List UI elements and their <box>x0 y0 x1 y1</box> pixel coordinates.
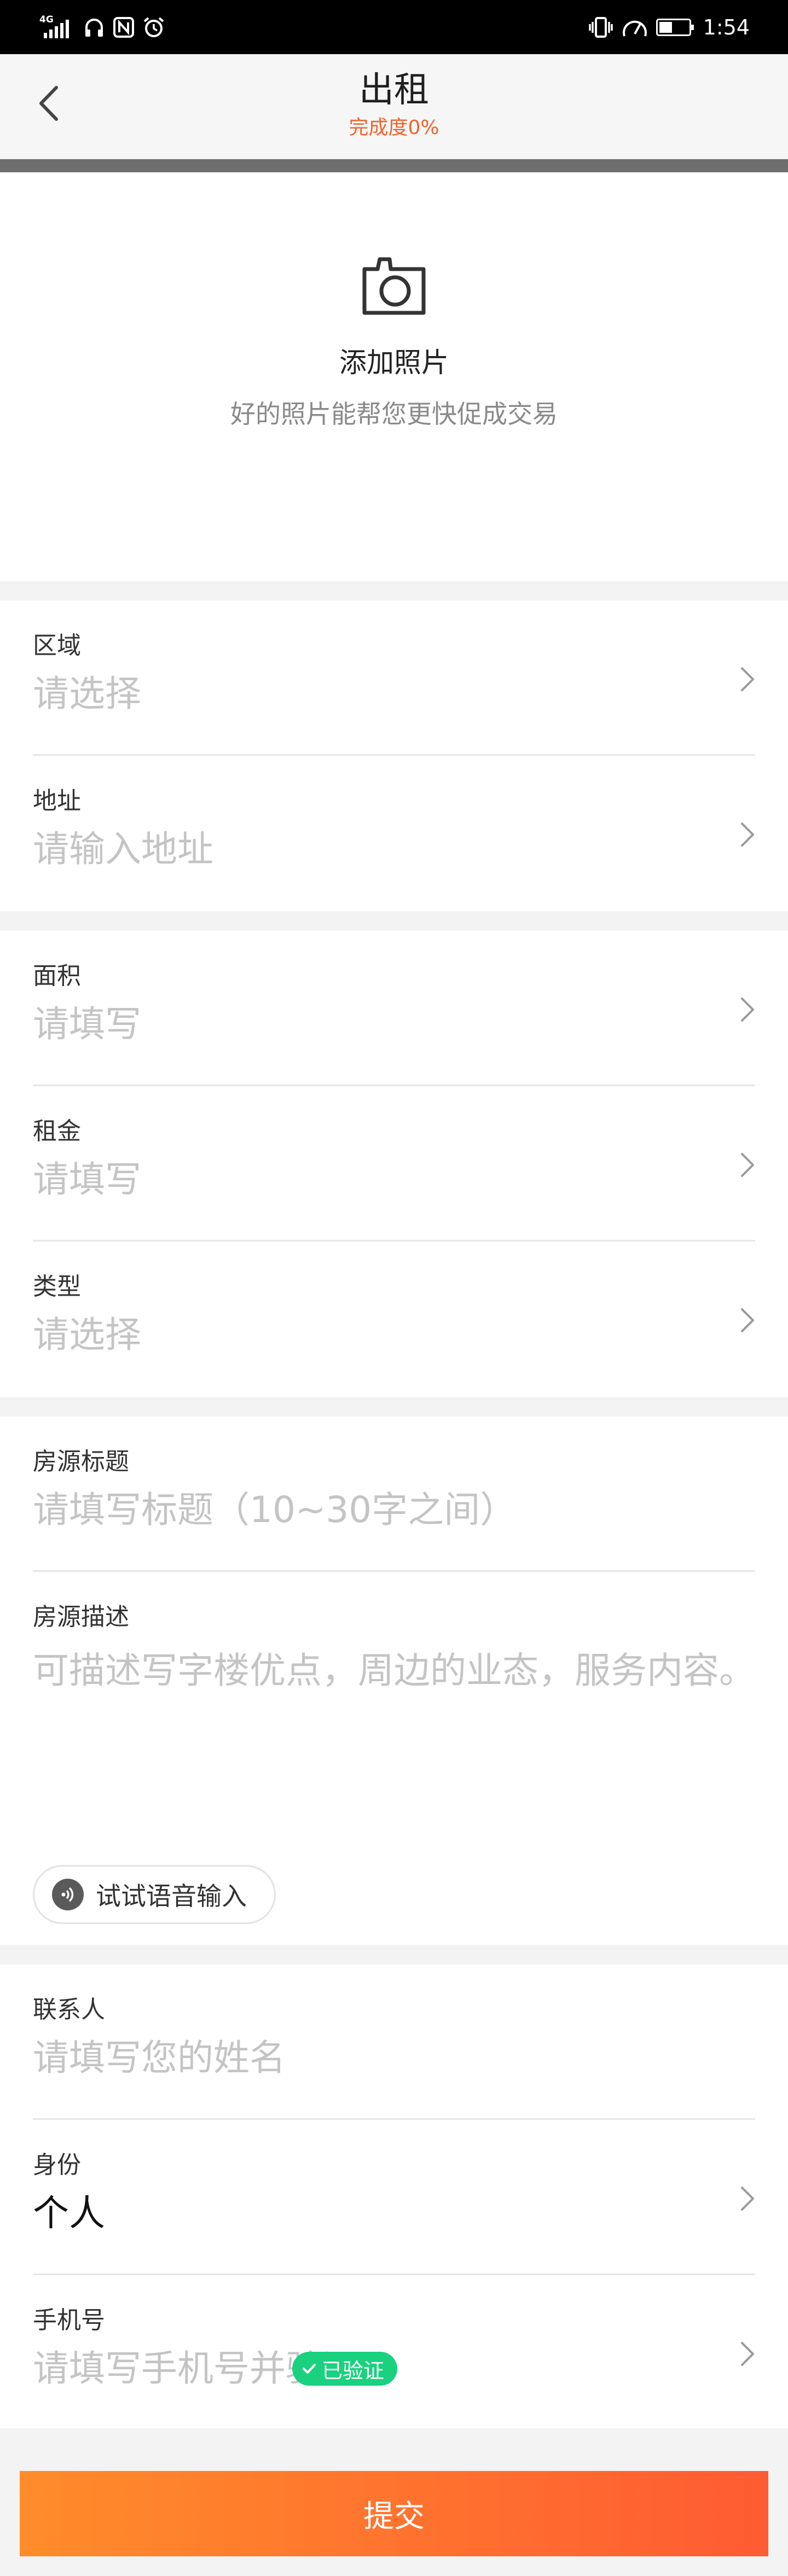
contact-name-input[interactable]: 请填写您的姓名 <box>33 2035 286 2082</box>
phone-label: 手机号 <box>33 2306 105 2334</box>
add-photo-title: 添加照片 <box>339 347 449 378</box>
completion-label: 完成度0% <box>349 116 439 139</box>
battery-level <box>659 21 673 33</box>
area-label: 区域 <box>33 632 81 660</box>
camera-icon <box>362 257 426 315</box>
battery-icon <box>656 18 694 36</box>
listing-title-input[interactable]: 请填写标题（10~30字之间） <box>33 1487 516 1534</box>
type-label: 类型 <box>33 1273 81 1301</box>
page-title: 出租 <box>359 70 429 110</box>
contact-name-row[interactable]: 联系人 请填写您的姓名 <box>0 1965 788 2120</box>
chevron-right-icon <box>741 1153 754 1177</box>
completion-progress <box>0 159 788 172</box>
headset-icon <box>85 18 103 37</box>
submit-button[interactable]: 提交 <box>20 2471 768 2556</box>
area-row[interactable]: 区域 请选择 <box>0 601 788 756</box>
vibrate-icon <box>588 16 613 38</box>
identity-value: 个人 <box>33 2192 105 2234</box>
address-row[interactable]: 地址 请输入地址 <box>0 756 788 911</box>
listing-description-label: 房源描述 <box>33 1603 129 1631</box>
add-photo-hint: 好的照片能帮您更快促成交易 <box>230 399 558 429</box>
identity-label: 身份 <box>33 2151 81 2179</box>
rent-value: 请填写 <box>33 1158 141 1200</box>
property-group: 面积 请填写 租金 请填写 类型 请选择 <box>0 911 788 1397</box>
size-value: 请填写 <box>33 1003 141 1045</box>
chevron-right-icon <box>741 998 754 1022</box>
phone-row[interactable]: 手机号 请填写手机号并验证 已验证 <box>0 2275 788 2431</box>
nfc-icon <box>113 16 134 38</box>
address-value: 请输入地址 <box>33 828 213 870</box>
location-group: 区域 请选择 地址 请输入地址 <box>0 581 788 911</box>
rent-row[interactable]: 租金 请填写 <box>0 1086 788 1242</box>
identity-row[interactable]: 身份 个人 <box>0 2120 788 2275</box>
chevron-right-icon <box>741 2187 754 2211</box>
type-row[interactable]: 类型 请选择 <box>0 1242 788 1397</box>
type-value: 请选择 <box>33 1314 141 1356</box>
status-bar: 4G 1:54 <box>0 0 788 54</box>
alarm-icon <box>143 16 164 37</box>
area-value: 请选择 <box>33 673 141 715</box>
chevron-right-icon <box>741 2342 754 2366</box>
listing-description-input[interactable]: 可描述写字楼优点，周边的业态，服务内容。 <box>33 1643 761 1699</box>
size-label: 面积 <box>33 962 81 990</box>
clock: 1:54 <box>703 15 750 39</box>
signal-icon: 4G <box>39 14 76 40</box>
chevron-right-icon <box>741 823 754 847</box>
size-row[interactable]: 面积 请填写 <box>0 931 788 1086</box>
listing-title-row[interactable]: 房源标题 请填写标题（10~30字之间） <box>0 1417 788 1572</box>
check-icon <box>303 2364 316 2374</box>
contact-group: 联系人 请填写您的姓名 身份 个人 手机号 请填写手机号并验证 已验证 <box>0 1945 788 2431</box>
listing-title-label: 房源标题 <box>33 1448 129 1476</box>
listing-description-row: 房源描述 可描述写字楼优点，周边的业态，服务内容。 试试语音输入 <box>0 1572 788 1946</box>
listing-group: 房源标题 请填写标题（10~30字之间） 房源描述 可描述写字楼优点，周边的业态… <box>0 1397 788 1946</box>
voice-icon <box>52 1879 84 1910</box>
verified-badge: 已验证 <box>292 2352 398 2386</box>
chevron-right-icon <box>741 1308 754 1332</box>
verified-label: 已验证 <box>322 2358 385 2383</box>
nav-bar: 出租 完成度0% <box>0 54 788 159</box>
voice-input-button[interactable]: 试试语音输入 <box>33 1865 276 1924</box>
address-label: 地址 <box>33 787 81 815</box>
status-right: 1:54 <box>588 0 750 54</box>
chevron-right-icon <box>741 667 754 691</box>
voice-input-label: 试试语音输入 <box>96 1881 247 1911</box>
contact-name-label: 联系人 <box>33 1996 105 2024</box>
add-photo-area[interactable]: 添加照片 好的照片能帮您更快促成交易 <box>0 172 788 581</box>
status-left: 4G <box>39 0 165 54</box>
rent-label: 租金 <box>33 1117 81 1145</box>
speed-icon <box>622 20 647 37</box>
bottom-bar: 提交 <box>0 2428 788 2576</box>
